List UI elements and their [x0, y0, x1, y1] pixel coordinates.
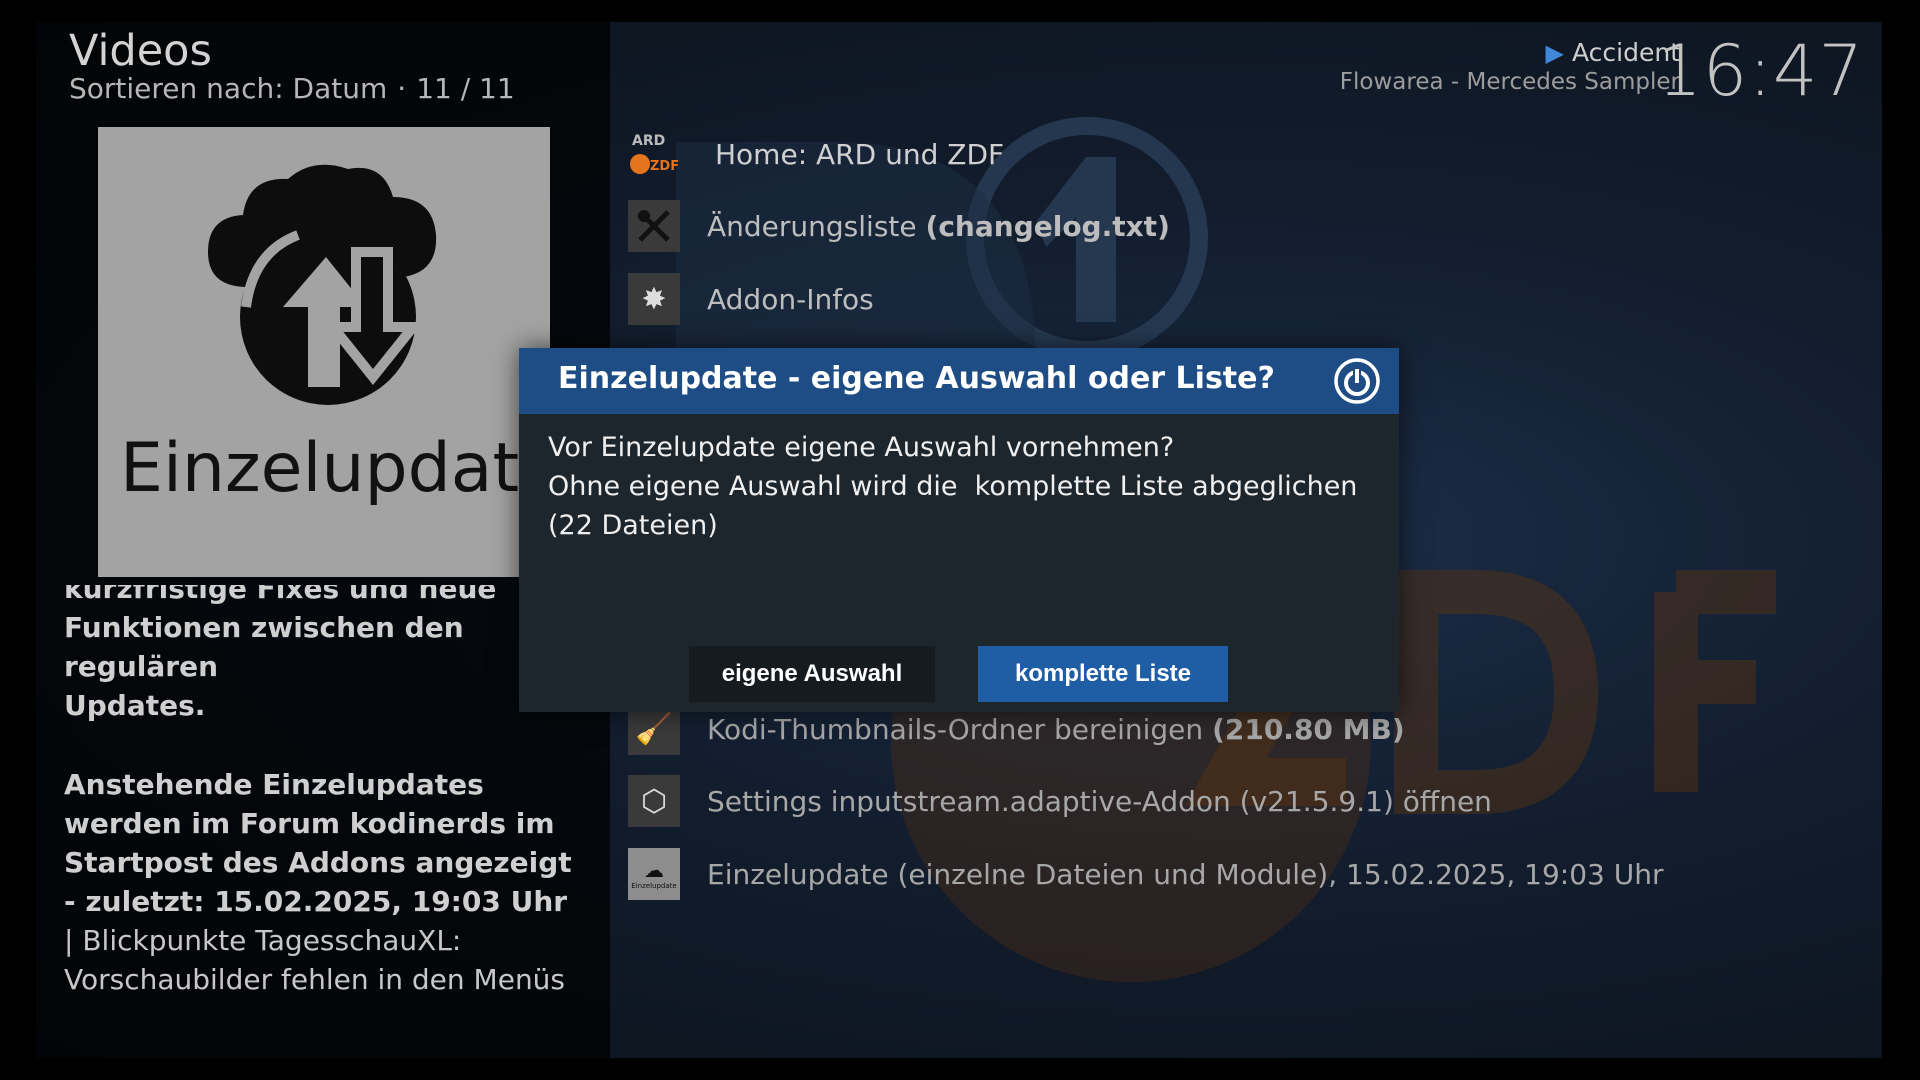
list-item-addon-info[interactable]: ✸ Addon-Infos	[628, 271, 874, 327]
dialog-line: Ohne eigene Auswahl wird die komplette L…	[548, 471, 1367, 541]
thumbnail: Einzelupdate	[98, 127, 550, 577]
dialog-line: Vor Einzelupdate eigene Auswahl vornehme…	[548, 432, 1175, 463]
einzelupdate-icon: ☁ Einzelupdate	[628, 848, 680, 900]
list-item-label: Addon-Infos	[707, 282, 874, 316]
page-title: Videos	[69, 26, 212, 76]
sort-info: Sortieren nach: Datum · 11 / 11	[69, 72, 515, 105]
list-item-changelog[interactable]: Änderungsliste (changelog.txt)	[628, 198, 1170, 254]
dialog-header: Einzelupdate - eigene Auswahl oder Liste…	[519, 348, 1399, 414]
list-item-label: Kodi-Thumbnails-Ordner bereinigen	[707, 712, 1204, 746]
confirm-dialog: Einzelupdate - eigene Auswahl oder Liste…	[519, 348, 1399, 712]
play-icon: ▶	[1545, 39, 1564, 67]
now-playing-info: ▶ Accident Flowarea - Mercedes Sampler	[1340, 38, 1680, 95]
ard-zdf-logo-icon: ARD ZDF	[628, 128, 680, 180]
list-item-label-bold: (changelog.txt)	[925, 209, 1170, 243]
cloud-sync-icon	[208, 164, 437, 405]
list-item-label: Einzelupdate (einzelne Dateien und Modul…	[707, 857, 1664, 891]
package-icon: ⬡	[628, 775, 680, 827]
dialog-message: Vor Einzelupdate eigene Auswahl vornehme…	[548, 428, 1368, 545]
desc-regular-text: Blickpunkte TagesschauXL: Vorschaubilder…	[64, 924, 566, 990]
logo-top-text: ARD	[632, 133, 665, 149]
list-item-label: Änderungsliste	[707, 209, 917, 243]
desc-line: Updates.	[64, 689, 206, 722]
desc-line: Funktionen zwischen den regulären	[64, 611, 464, 683]
logo-bottom-text: ZDF	[650, 159, 679, 174]
list-item-label: Settings inputstream.adaptive-Addon (v21…	[707, 784, 1492, 818]
clock: 16:47	[1657, 30, 1864, 112]
wrench-screwdriver-icon	[628, 200, 680, 252]
item-count: 11 / 11	[416, 72, 515, 105]
list-item-label: Home: ARD und ZDF	[715, 137, 1005, 171]
full-list-button[interactable]: komplette Liste	[978, 646, 1228, 702]
power-icon[interactable]	[1333, 357, 1381, 405]
icon-caption: Einzelupdate	[631, 882, 677, 890]
desc-bold-text: Anstehende Einzelupdates werden im Forum…	[64, 768, 572, 918]
now-playing-subtitle: Flowarea - Mercedes Sampler	[1339, 69, 1680, 95]
list-item-inputstream[interactable]: ⬡ Settings inputstream.adaptive-Addon (v…	[628, 773, 1492, 829]
sort-label: Sortieren nach: Datum	[69, 72, 388, 105]
list-item-home[interactable]: ARD ZDF Home: ARD und ZDF	[628, 126, 1004, 182]
list-item-label-bold: (210.80 MB)	[1212, 712, 1405, 746]
desc-partial-line: kurzfristige Fixes und neue	[64, 585, 497, 605]
thumbnail-label: Einzelupdate	[120, 429, 550, 508]
description-text: kurzfristige Fixes und neue Funktionen z…	[64, 585, 580, 990]
dialog-title: Einzelupdate - eigene Auswahl oder Liste…	[558, 361, 1275, 396]
list-item-einzelupdate[interactable]: ☁ Einzelupdate Einzelupdate (einzelne Da…	[628, 846, 1663, 902]
own-selection-button[interactable]: eigene Auswahl	[689, 646, 935, 702]
gear-icon: ✸	[628, 273, 680, 325]
separator: ·	[397, 72, 407, 105]
desc-pipe: |	[64, 924, 74, 957]
